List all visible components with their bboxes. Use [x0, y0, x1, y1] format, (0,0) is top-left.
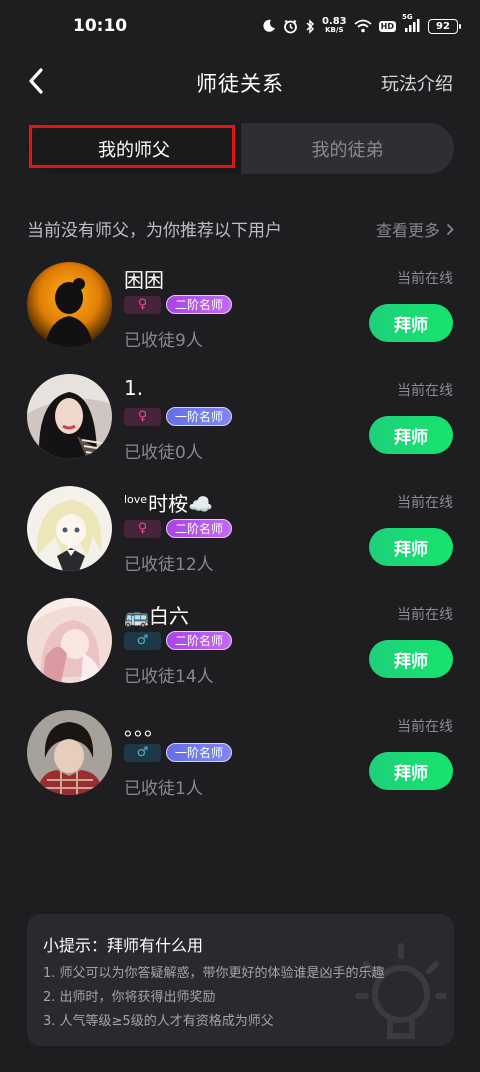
user-tags: ♀ 二阶名师	[124, 519, 233, 538]
tab-my-master[interactable]: 我的师父	[27, 123, 241, 174]
see-more-label: 查看更多	[375, 221, 440, 240]
level-badge: 一阶名师	[166, 407, 233, 426]
female-icon: ♀	[124, 407, 161, 426]
see-more-link[interactable]: 查看更多	[376, 217, 454, 241]
user-tags: ♂ 一阶名师	[124, 743, 233, 762]
user-name: 。。。	[124, 716, 164, 740]
recommended-user-list: 困困 ♀ 二阶名师 已收徒9人 当前在线 拜师 1. ♀ 一阶名师 已收徒0人	[0, 258, 480, 818]
avatar[interactable]	[27, 262, 112, 347]
recommend-header: 当前没有师父，为你推荐以下用户 查看更多	[27, 216, 454, 242]
network-speed: 0.83 KB/S	[322, 17, 347, 35]
online-status: 当前在线	[397, 495, 453, 511]
alarm-icon	[283, 19, 298, 34]
battery-icon: 92	[428, 18, 461, 34]
status-bar: 10:10 0.83 KB/S HD 5G 92	[0, 0, 480, 56]
chevron-right-icon	[446, 223, 454, 235]
female-icon: ♀	[124, 519, 161, 538]
tab-my-apprentices[interactable]: 我的徒弟	[241, 123, 454, 174]
user-name: love时桉☁️	[124, 488, 213, 517]
male-icon: ♂	[124, 743, 161, 762]
list-item: love时桉☁️ ♀ 二阶名师 已收徒12人 当前在线 拜师	[0, 482, 480, 594]
user-name: 🚌白六	[124, 604, 189, 628]
tip-line: 1. 师父可以为你答疑解惑，带你更好的体验谁是凶手的乐趣	[43, 966, 385, 981]
user-name-text: 时桉☁️	[148, 492, 213, 516]
tip-line: 3. 人气等级≥5级的人才有资格成为师父	[43, 1014, 274, 1029]
tab-bar: 我的师父 我的徒弟	[27, 123, 454, 174]
level-badge: 一阶名师	[166, 743, 233, 762]
become-apprentice-button[interactable]: 拜师	[369, 304, 453, 342]
signal-icon: 5G	[402, 13, 421, 33]
tips-title: 小提示：拜师有什么用	[43, 936, 204, 955]
apprentice-count: 已收徒12人	[124, 555, 214, 575]
online-status: 当前在线	[397, 719, 453, 735]
become-apprentice-button[interactable]: 拜师	[369, 752, 453, 790]
apprentice-count: 已收徒1人	[124, 779, 203, 799]
user-tags: ♀ 二阶名师	[124, 295, 233, 314]
user-name: 困困	[124, 268, 164, 292]
online-status: 当前在线	[397, 271, 453, 287]
level-badge: 二阶名师	[166, 631, 233, 650]
online-status: 当前在线	[397, 607, 453, 623]
become-apprentice-button[interactable]: 拜师	[369, 416, 453, 454]
user-tags: ♀ 一阶名师	[124, 407, 233, 426]
avatar[interactable]	[27, 486, 112, 571]
avatar[interactable]	[27, 710, 112, 795]
level-badge: 二阶名师	[166, 295, 233, 314]
hd-badge: HD	[378, 20, 396, 32]
apprentice-count: 已收徒14人	[124, 667, 214, 687]
tips-list: 1. 师父可以为你答疑解惑，带你更好的体验谁是凶手的乐趣 2. 出师时，你将获得…	[43, 962, 385, 1034]
do-not-disturb-moon-icon	[262, 19, 276, 33]
status-icons: 0.83 KB/S HD 5G 92	[262, 13, 461, 35]
list-item: 。。。 ♂ 一阶名师 已收徒1人 当前在线 拜师	[0, 706, 480, 818]
user-name-prefix: love	[124, 493, 148, 506]
network-speed-value: 0.83	[321, 16, 347, 27]
status-time: 10:10	[73, 16, 128, 36]
network-speed-unit: KB/S	[325, 26, 344, 34]
bluetooth-icon	[305, 18, 315, 34]
male-icon: ♂	[124, 631, 161, 650]
apprentice-count: 已收徒0人	[124, 443, 203, 463]
list-item: 🚌白六 ♂ 二阶名师 已收徒14人 当前在线 拜师	[0, 594, 480, 706]
header: 师徒关系 玩法介绍	[0, 58, 480, 104]
rules-link[interactable]: 玩法介绍	[381, 70, 453, 96]
user-name: 1.	[124, 376, 144, 400]
wifi-icon	[354, 19, 372, 33]
tips-card: 小提示：拜师有什么用 1. 师父可以为你答疑解惑，带你更好的体验谁是凶手的乐趣 …	[27, 914, 454, 1046]
avatar[interactable]	[27, 374, 112, 459]
user-tags: ♂ 二阶名师	[124, 631, 233, 650]
list-item: 困困 ♀ 二阶名师 已收徒9人 当前在线 拜师	[0, 258, 480, 370]
tip-line: 2. 出师时，你将获得出师奖励	[43, 990, 216, 1005]
female-icon: ♀	[124, 295, 161, 314]
list-item: 1. ♀ 一阶名师 已收徒0人 当前在线 拜师	[0, 370, 480, 482]
signal-label: 5G	[402, 13, 413, 21]
apprentice-count: 已收徒9人	[124, 331, 203, 351]
online-status: 当前在线	[397, 383, 453, 399]
become-apprentice-button[interactable]: 拜师	[369, 640, 453, 678]
battery-level: 92	[436, 20, 450, 32]
become-apprentice-button[interactable]: 拜师	[369, 528, 453, 566]
avatar[interactable]	[27, 598, 112, 683]
recommend-title: 当前没有师父，为你推荐以下用户	[27, 221, 282, 241]
level-badge: 二阶名师	[166, 519, 233, 538]
